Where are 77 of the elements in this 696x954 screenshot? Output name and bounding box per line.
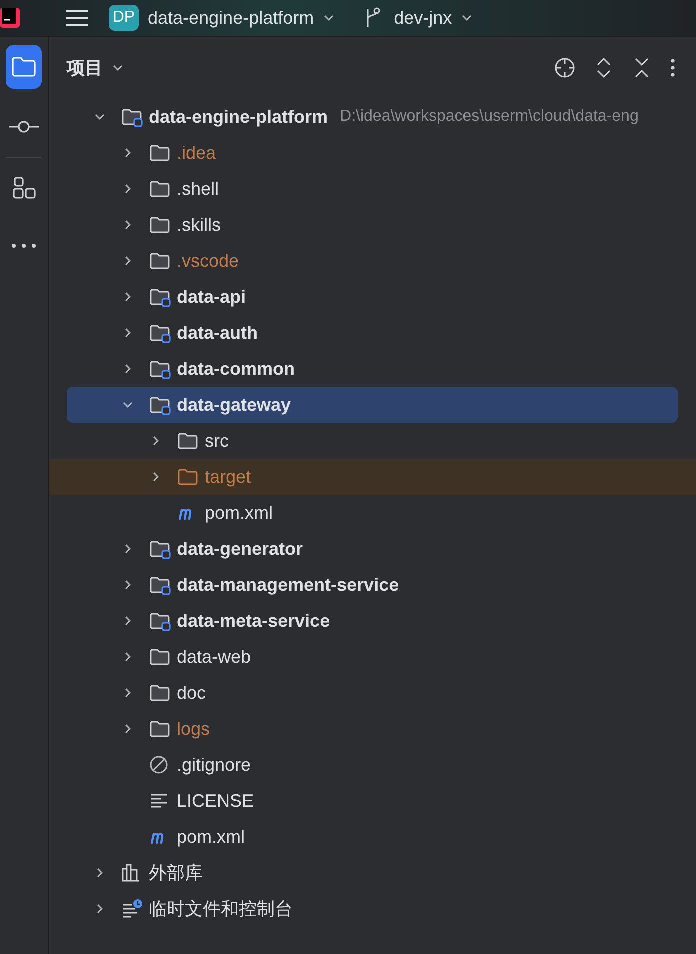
app-logo-icon: [0, 8, 20, 28]
text-file-icon: [149, 793, 169, 809]
tree-row[interactable]: doc: [49, 675, 696, 711]
tree-row[interactable]: data-gateway: [67, 387, 678, 423]
tree-row[interactable]: logs: [49, 711, 696, 747]
tree-item-label: pom.xml: [205, 502, 274, 525]
tree-row[interactable]: data-auth: [49, 315, 696, 351]
module-folder-icon: [149, 323, 171, 343]
tree-row[interactable]: src: [49, 423, 696, 459]
tree-item-label: data-common: [177, 358, 296, 380]
tree-row[interactable]: .skills: [49, 207, 696, 243]
tree-item-label: .shell: [177, 178, 220, 200]
tree-item-label: src: [205, 430, 229, 452]
tree-row[interactable]: data-common: [49, 351, 696, 387]
folder-icon: [149, 179, 171, 199]
folder-icon: [149, 143, 171, 163]
folder-icon: [149, 683, 171, 703]
tree-item-label: doc: [177, 682, 206, 704]
tree-row[interactable]: data-engine-platform D:\idea\workspaces\userm\cloud\data-eng: [49, 99, 696, 135]
tree-row[interactable]: pom.xml: [49, 495, 696, 531]
tree-item-label: .vscode: [177, 250, 240, 272]
menu-icon[interactable]: [65, 9, 89, 27]
tree-item-label: data-api: [177, 286, 246, 309]
tree-row[interactable]: LICENSE: [49, 783, 696, 819]
scratch-file-icon: [121, 899, 143, 919]
tree-item-label: target: [205, 466, 252, 489]
tree-item-label: LICENSE: [177, 790, 254, 812]
tree-row[interactable]: 临时文件和控制台: [49, 891, 696, 927]
library-icon: [121, 864, 141, 882]
more-options-icon[interactable]: [670, 58, 676, 78]
module-folder-icon: [149, 575, 171, 595]
tree-item-label: data-engine-platform: [149, 106, 328, 129]
module-folder-icon: [149, 539, 171, 559]
path-hint: D:\idea\workspaces\userm\cloud\data-eng: [340, 107, 639, 127]
tree-row[interactable]: .shell: [49, 171, 696, 207]
folder-icon: [149, 215, 171, 235]
module-folder-icon: [149, 611, 171, 631]
tree-item-label: data-generator: [177, 538, 304, 561]
tree-item-label: data-management-service: [177, 574, 400, 597]
tree-item-label: .gitignore: [177, 754, 252, 777]
locate-icon[interactable]: [554, 57, 576, 79]
module-folder-icon: [121, 107, 143, 127]
tree-row[interactable]: data-management-service: [49, 567, 696, 603]
folder-icon: [149, 251, 171, 271]
branch-selector[interactable]: dev-jnx: [394, 4, 474, 32]
project-selector[interactable]: data-engine-platform: [148, 4, 336, 32]
project-folder-icon[interactable]: [6, 45, 42, 89]
tree-row[interactable]: .idea: [49, 135, 696, 171]
project-badge: DP: [109, 5, 139, 31]
folder-icon: [149, 719, 171, 739]
module-folder-icon: [149, 287, 171, 307]
tree-row[interactable]: data-web: [49, 639, 696, 675]
tree-row[interactable]: target: [49, 459, 696, 495]
tree-row[interactable]: .gitignore: [49, 747, 696, 783]
folder-icon: [149, 647, 171, 667]
tree-row[interactable]: data-generator: [49, 531, 696, 567]
tree-item-label: .idea: [177, 142, 216, 164]
tree-row[interactable]: data-meta-service: [49, 603, 696, 639]
tree-item-label: data-meta-service: [177, 610, 330, 632]
tree-item-label: logs: [177, 718, 210, 741]
folder-icon: [177, 431, 199, 451]
tree-item-label: .skills: [177, 214, 221, 236]
tree-item-label: data-gateway: [177, 394, 292, 417]
tree-row[interactable]: 外部库: [49, 855, 696, 891]
tree-item-label: 外部库: [149, 862, 203, 884]
ignore-file-icon: [149, 755, 169, 775]
tree-row[interactable]: data-api: [49, 279, 696, 315]
module-folder-icon: [149, 359, 171, 379]
tree-item-label: pom.xml: [177, 826, 246, 849]
tree-row[interactable]: .vscode: [49, 243, 696, 279]
tree-item-label: 临时文件和控制台: [149, 898, 293, 920]
module-folder-icon: [149, 395, 171, 415]
panel-title[interactable]: 项目: [67, 54, 125, 82]
tree-item-label: data-web: [177, 646, 252, 668]
tree-item-label: data-auth: [177, 322, 258, 344]
folder-icon: [177, 467, 199, 487]
tree-row[interactable]: pom.xml: [49, 819, 696, 855]
